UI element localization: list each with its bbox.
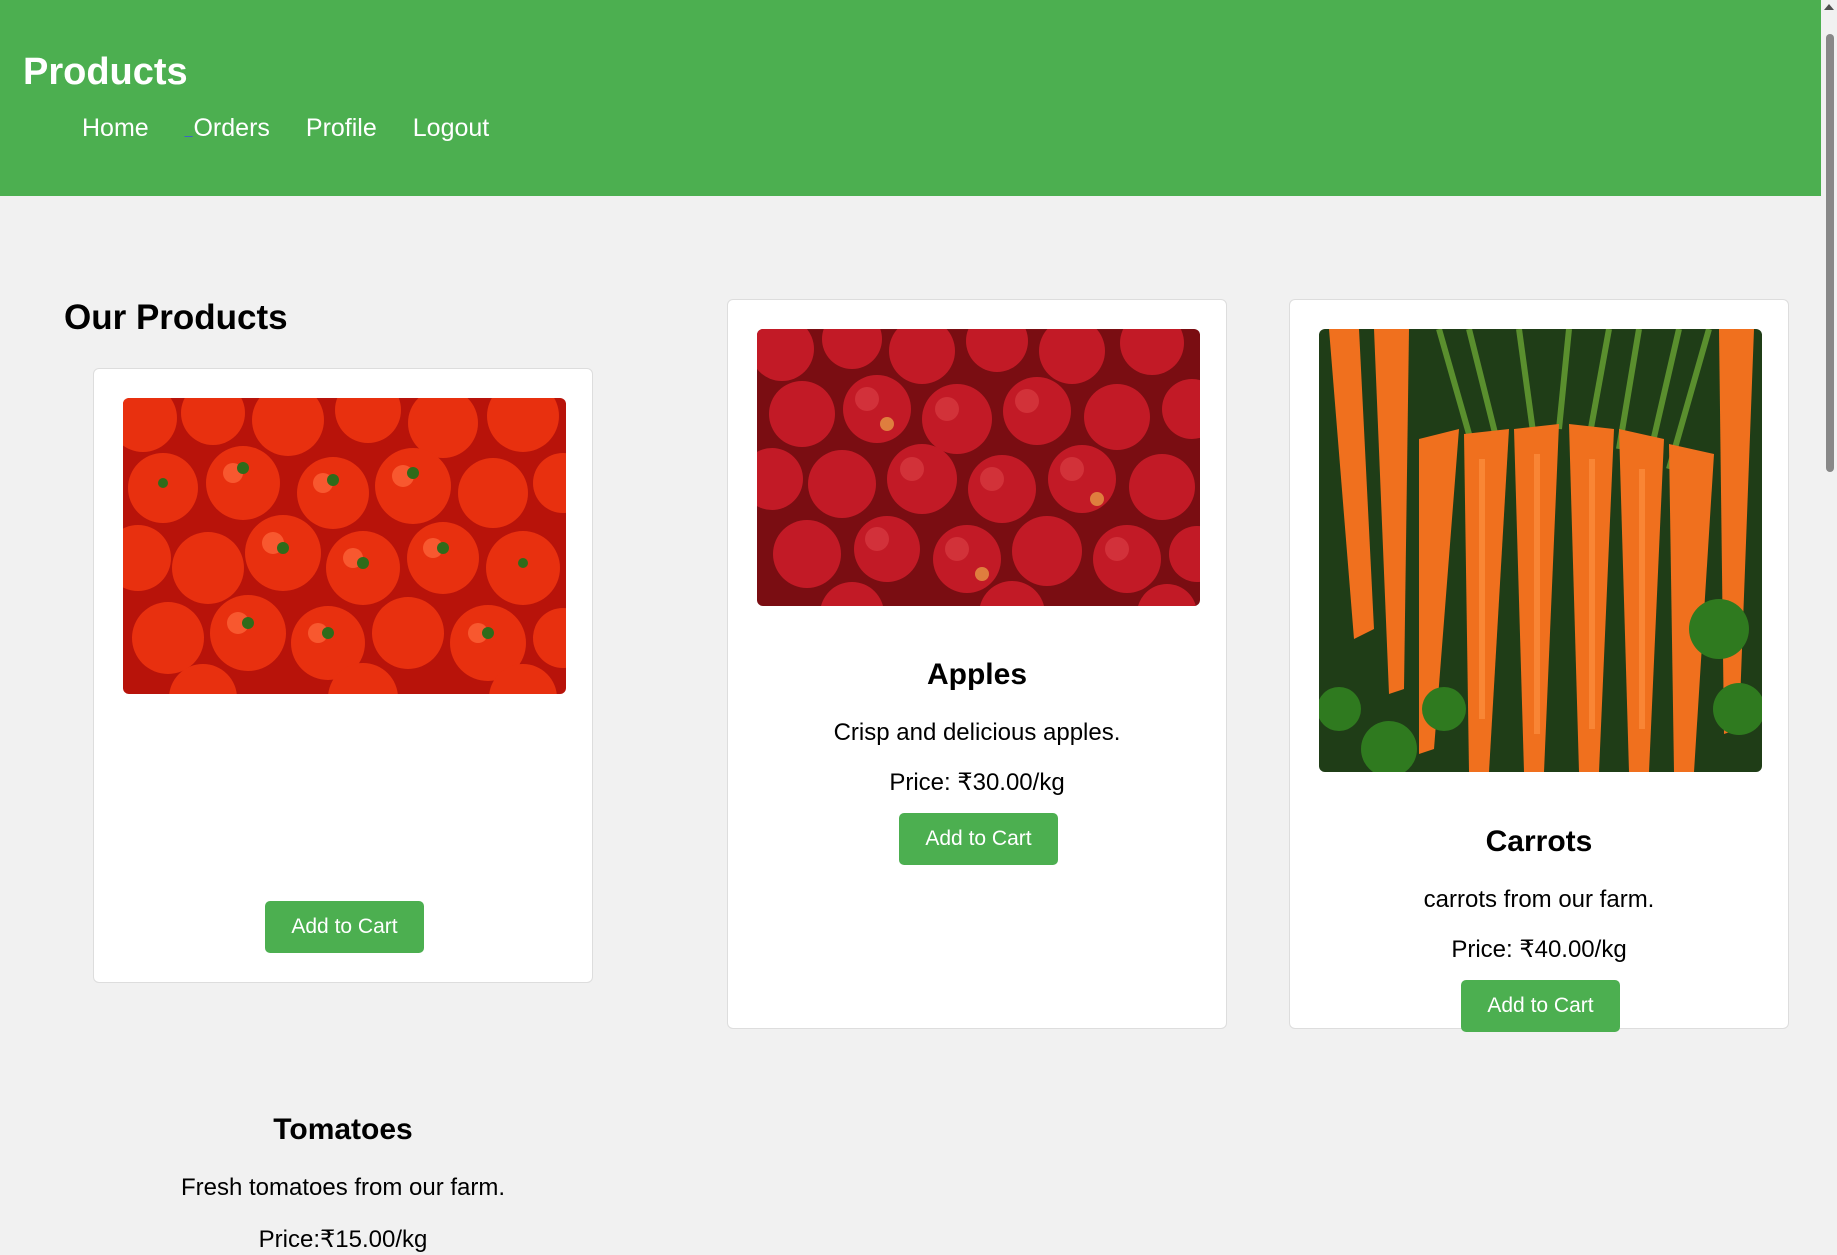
scroll-up-arrow-icon[interactable] xyxy=(1824,4,1834,10)
section-title: Our Products xyxy=(64,298,288,337)
product-name: Tomatoes xyxy=(273,1113,413,1146)
product-description: Fresh tomatoes from our farm. xyxy=(180,1174,506,1201)
product-price: Price: ₹30.00/kg xyxy=(889,769,1065,796)
scrollbar-thumb[interactable] xyxy=(1826,34,1834,472)
add-to-cart-button[interactable]: Add to Cart xyxy=(265,901,424,953)
page-header: Products Home Orders Profile Logout xyxy=(0,0,1821,196)
product-description: carrots from our farm. xyxy=(1423,886,1655,913)
product-price: Price:₹15.00/kg xyxy=(258,1226,428,1253)
nav-link-logout[interactable]: Logout xyxy=(413,112,489,145)
nav-link-home[interactable]: Home xyxy=(82,112,149,145)
nav-link-profile[interactable]: Profile xyxy=(306,112,377,145)
add-to-cart-button[interactable]: Add to Cart xyxy=(899,813,1058,865)
main-nav: Home Orders Profile Logout xyxy=(82,112,525,145)
product-card-tomatoes: Tomatoes Fresh tomatoes from our farm. P… xyxy=(93,368,593,1253)
add-to-cart-button[interactable]: Add to Cart xyxy=(1461,980,1620,1032)
page-scrollbar[interactable] xyxy=(1821,0,1837,1012)
tomatoes-photo xyxy=(123,398,566,694)
nav-link-orders[interactable]: Orders xyxy=(185,112,269,145)
product-price: Price: ₹40.00/kg xyxy=(1451,936,1627,963)
product-name: Apples xyxy=(926,658,1028,691)
page-title: Products xyxy=(23,51,188,93)
product-card-carrots: Carrots carrots from our farm. Price: ₹4… xyxy=(1289,299,1789,1032)
carrots-photo xyxy=(1319,329,1762,772)
apples-photo xyxy=(757,329,1200,606)
product-name: Carrots xyxy=(1485,825,1593,858)
product-description: Crisp and delicious apples. xyxy=(833,719,1121,746)
product-card-apples: Apples Crisp and delicious apples. Price… xyxy=(727,299,1227,1029)
